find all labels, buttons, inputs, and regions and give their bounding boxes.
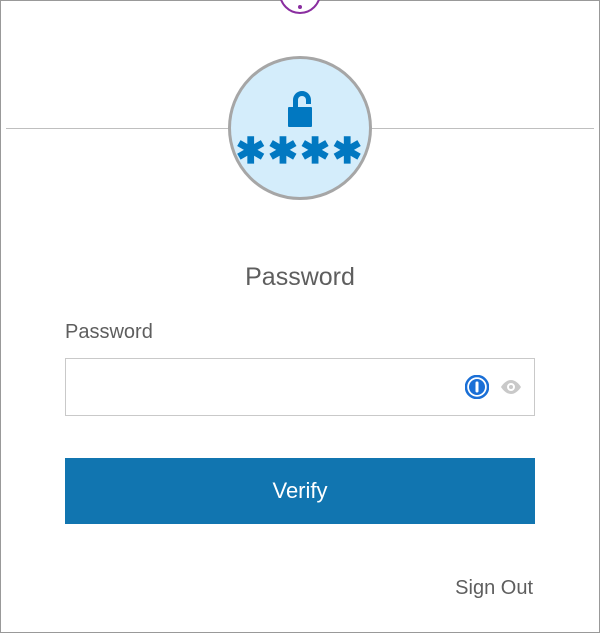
exclamation-dot-icon xyxy=(298,5,302,9)
show-password-icon[interactable] xyxy=(499,375,523,399)
password-label: Password xyxy=(65,321,535,344)
password-input-wrapper xyxy=(65,358,535,416)
onepassword-icon[interactable] xyxy=(465,375,489,399)
password-factor-circle: ✱✱✱✱ xyxy=(228,56,372,200)
asterisks-icon: ✱✱✱✱ xyxy=(236,133,365,169)
unlocked-padlock-icon xyxy=(280,87,320,131)
sign-out-link[interactable]: Sign Out xyxy=(455,577,533,600)
top-avatar-circle xyxy=(279,0,321,14)
password-form: Password Verify xyxy=(65,321,535,524)
page-title: Password xyxy=(1,263,599,292)
verify-button[interactable]: Verify xyxy=(65,458,535,524)
